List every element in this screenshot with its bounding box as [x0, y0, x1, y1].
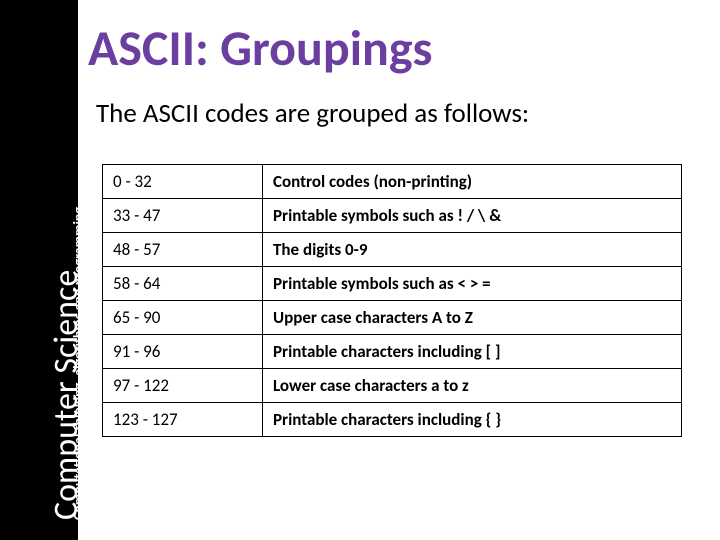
ascii-table: 0 - 32 Control codes (non-printing) 33 -… [102, 164, 682, 437]
range-cell: 123 - 127 [103, 403, 263, 437]
desc-cell: The digits 0-9 [263, 233, 682, 267]
table-row: 48 - 57 The digits 0-9 [103, 233, 682, 267]
desc-cell: Printable symbols such as ! / \ & [263, 199, 682, 233]
range-cell: 33 - 47 [103, 199, 263, 233]
table-row: 65 - 90 Upper case characters A to Z [103, 301, 682, 335]
desc-cell: Lower case characters a to z [263, 369, 682, 403]
table-row: 123 - 127 Printable characters including… [103, 403, 682, 437]
table-row: 33 - 47 Printable symbols such as ! / \ … [103, 199, 682, 233]
range-cell: 48 - 57 [103, 233, 263, 267]
content-area: ASCII: Groupings The ASCII codes are gro… [80, 0, 720, 437]
desc-cell: Control codes (non-printing) [263, 165, 682, 199]
table-row: 91 - 96 Printable characters including [… [103, 335, 682, 369]
table-row: 97 - 122 Lower case characters a to z [103, 369, 682, 403]
range-cell: 0 - 32 [103, 165, 263, 199]
range-cell: 65 - 90 [103, 301, 263, 335]
desc-cell: Printable characters including { } [263, 403, 682, 437]
sidebar: Computer Science Computational thinking,… [0, 0, 78, 540]
desc-cell: Printable characters including [ ] [263, 335, 682, 369]
table-row: 0 - 32 Control codes (non-printing) [103, 165, 682, 199]
table-row: 58 - 64 Printable symbols such as < > = [103, 267, 682, 301]
desc-cell: Printable symbols such as < > = [263, 267, 682, 301]
range-cell: 97 - 122 [103, 369, 263, 403]
range-cell: 91 - 96 [103, 335, 263, 369]
range-cell: 58 - 64 [103, 267, 263, 301]
page-subtitle: The ASCII codes are grouped as follows: [96, 97, 700, 130]
desc-cell: Upper case characters A to Z [263, 301, 682, 335]
page-title: ASCII: Groupings [88, 18, 700, 79]
